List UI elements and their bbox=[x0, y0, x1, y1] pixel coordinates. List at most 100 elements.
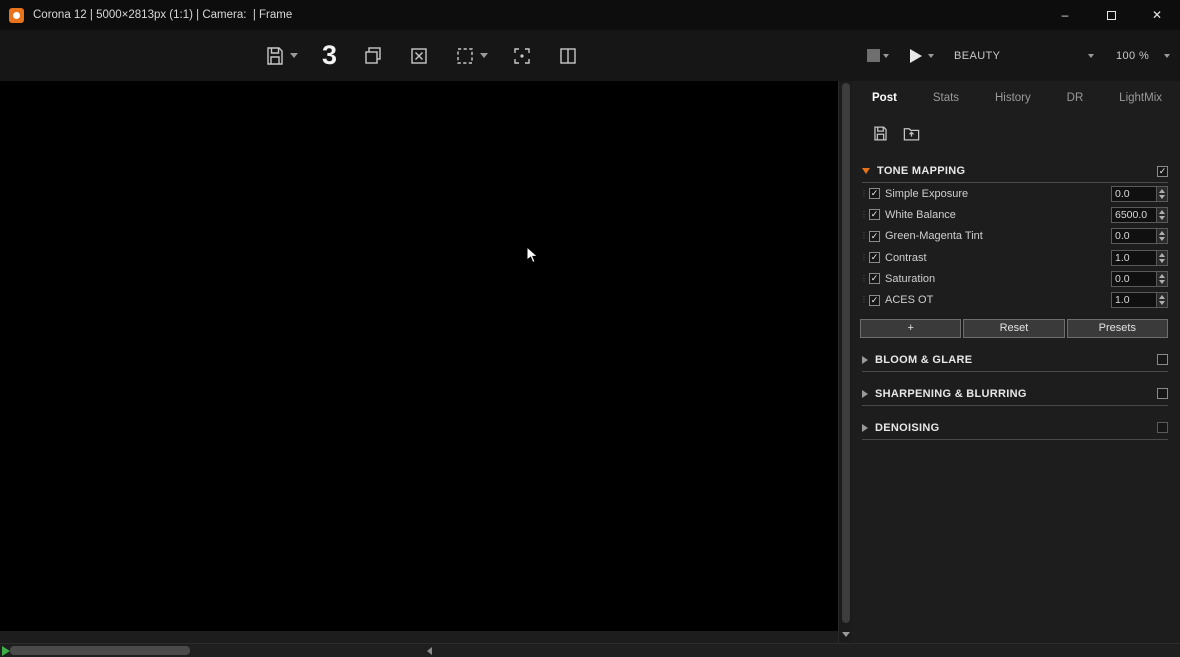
stop-icon bbox=[867, 49, 880, 62]
param-value-input[interactable] bbox=[1112, 229, 1156, 244]
minimize-button[interactable]: – bbox=[1042, 0, 1088, 30]
spin-down-icon[interactable] bbox=[1159, 279, 1165, 284]
drag-handle-icon[interactable]: ⋮ bbox=[860, 210, 868, 219]
spin-down-icon[interactable] bbox=[1159, 194, 1165, 199]
expand-arrow-icon[interactable] bbox=[862, 355, 868, 364]
save-config-button[interactable] bbox=[871, 124, 890, 148]
close-button[interactable]: ✕ bbox=[1134, 0, 1180, 30]
tab-history[interactable]: History bbox=[995, 89, 1031, 107]
spin-down-icon[interactable] bbox=[1159, 301, 1165, 306]
param-value-input[interactable] bbox=[1112, 207, 1156, 222]
stop-dropdown-caret-icon[interactable] bbox=[883, 53, 889, 58]
spinner-control[interactable] bbox=[1156, 207, 1167, 222]
save-dropdown-caret-icon[interactable] bbox=[290, 53, 298, 58]
render-dropdown-caret-icon[interactable] bbox=[928, 53, 934, 58]
tone-mapping-row: ⋮ ✓ Simple Exposure bbox=[860, 183, 1168, 204]
drag-handle-icon[interactable]: ⋮ bbox=[860, 232, 868, 240]
tone-mapping-row: ⋮ ✓ White Balance bbox=[860, 204, 1168, 225]
duplicate-icon bbox=[365, 46, 381, 64]
titlebar: Corona 12 | 5000×2813px (1:1) | Camera: … bbox=[0, 0, 1180, 30]
expand-arrow-icon[interactable] bbox=[862, 389, 868, 398]
clear-image-button[interactable] bbox=[407, 44, 431, 68]
spin-down-icon[interactable] bbox=[1159, 258, 1165, 263]
tone-mapping-row: ⋮ ✓ Saturation bbox=[860, 268, 1168, 289]
section-denoising-header[interactable]: DENOISING bbox=[862, 422, 1168, 440]
spin-down-icon[interactable] bbox=[1159, 237, 1165, 242]
maximize-button[interactable] bbox=[1088, 0, 1134, 30]
value-field bbox=[1111, 206, 1168, 223]
presets-button[interactable]: Presets bbox=[1066, 318, 1168, 338]
param-value-input[interactable] bbox=[1112, 293, 1156, 308]
stop-render-button[interactable] bbox=[867, 49, 889, 62]
zoom-select[interactable]: 100 % bbox=[1114, 50, 1172, 62]
tab-dr[interactable]: DR bbox=[1067, 89, 1084, 107]
render-element-select[interactable]: BEAUTY bbox=[950, 50, 1098, 62]
collapse-arrow-icon[interactable] bbox=[862, 168, 870, 174]
param-checkbox[interactable]: ✓ bbox=[869, 230, 880, 242]
reset-button[interactable]: Reset bbox=[963, 318, 1065, 338]
horizontal-scrollbar[interactable] bbox=[0, 643, 1180, 657]
scroll-left-arrow-icon[interactable] bbox=[427, 647, 432, 655]
spinner-control[interactable] bbox=[1156, 186, 1167, 201]
param-checkbox[interactable]: ✓ bbox=[869, 273, 880, 285]
value-field bbox=[1111, 292, 1168, 309]
bloom-glare-enable-checkbox[interactable] bbox=[1157, 354, 1168, 366]
drag-handle-icon[interactable]: ⋮ bbox=[860, 296, 868, 304]
window-controls: – ✕ bbox=[1042, 0, 1180, 30]
spinner-control[interactable] bbox=[1156, 229, 1167, 244]
render-viewport[interactable] bbox=[0, 81, 838, 631]
tab-lightmix[interactable]: LightMix bbox=[1119, 89, 1162, 107]
param-value-input[interactable] bbox=[1112, 250, 1156, 265]
section-tone-mapping-header[interactable]: TONE MAPPING ✓ bbox=[862, 165, 1168, 183]
vertical-scroll-thumb[interactable] bbox=[842, 83, 850, 623]
param-value-input[interactable] bbox=[1112, 271, 1156, 286]
value-field bbox=[1111, 249, 1168, 266]
spin-up-icon[interactable] bbox=[1159, 295, 1165, 300]
param-checkbox[interactable]: ✓ bbox=[869, 188, 880, 200]
spinner-control[interactable] bbox=[1156, 250, 1167, 265]
param-label: ACES OT bbox=[885, 294, 934, 307]
section-sharpening-blurring-header[interactable]: SHARPENING & BLURRING bbox=[862, 388, 1168, 406]
start-render-button[interactable] bbox=[905, 46, 934, 66]
tone-mapping-enable-checkbox[interactable]: ✓ bbox=[1157, 165, 1168, 177]
expand-arrow-icon[interactable] bbox=[862, 423, 868, 432]
sharpening-enable-checkbox[interactable] bbox=[1157, 388, 1168, 400]
vertical-scrollbar[interactable] bbox=[838, 81, 852, 643]
split-compare-button[interactable] bbox=[556, 44, 580, 68]
save-image-button[interactable] bbox=[263, 44, 298, 68]
param-checkbox[interactable]: ✓ bbox=[869, 209, 880, 221]
drag-handle-icon[interactable]: ⋮ bbox=[860, 253, 868, 262]
duplicate-button[interactable] bbox=[361, 44, 385, 68]
add-operator-button[interactable]: + bbox=[860, 318, 962, 338]
spin-up-icon[interactable] bbox=[1159, 209, 1165, 214]
drag-handle-icon[interactable]: ⋮ bbox=[860, 274, 868, 283]
spin-up-icon[interactable] bbox=[1159, 273, 1165, 278]
region-dropdown-caret-icon[interactable] bbox=[480, 53, 489, 58]
param-value-input[interactable] bbox=[1112, 186, 1156, 201]
param-checkbox[interactable]: ✓ bbox=[869, 252, 880, 264]
spin-up-icon[interactable] bbox=[1159, 188, 1165, 193]
section-title: TONE MAPPING bbox=[877, 165, 966, 177]
spin-down-icon[interactable] bbox=[1159, 215, 1165, 220]
section-bloom-glare-header[interactable]: BLOOM & GLARE bbox=[862, 354, 1168, 372]
render-element-value: BEAUTY bbox=[954, 49, 1001, 62]
fit-to-view-button[interactable] bbox=[510, 44, 534, 68]
region-select-icon bbox=[457, 47, 473, 64]
region-render-button[interactable] bbox=[453, 44, 489, 68]
split-view-icon bbox=[560, 47, 576, 64]
tab-stats[interactable]: Stats bbox=[933, 89, 959, 107]
spinner-control[interactable] bbox=[1156, 293, 1167, 308]
scroll-down-arrow-icon[interactable] bbox=[842, 632, 850, 637]
value-field bbox=[1111, 185, 1168, 202]
tone-mapping-row: ⋮ ✓ Contrast bbox=[860, 247, 1168, 268]
spinner-control[interactable] bbox=[1156, 271, 1167, 286]
drag-handle-icon[interactable]: ⋮ bbox=[860, 189, 868, 198]
denoising-enable-checkbox[interactable] bbox=[1157, 422, 1168, 434]
window-title: Corona 12 | 5000×2813px (1:1) | Camera: … bbox=[33, 9, 293, 21]
load-config-button[interactable] bbox=[902, 124, 921, 148]
spin-up-icon[interactable] bbox=[1159, 252, 1165, 257]
horizontal-scroll-thumb[interactable] bbox=[10, 646, 190, 655]
param-checkbox[interactable]: ✓ bbox=[869, 294, 880, 306]
spin-up-icon[interactable] bbox=[1159, 231, 1165, 236]
tab-post[interactable]: Post bbox=[872, 89, 897, 107]
